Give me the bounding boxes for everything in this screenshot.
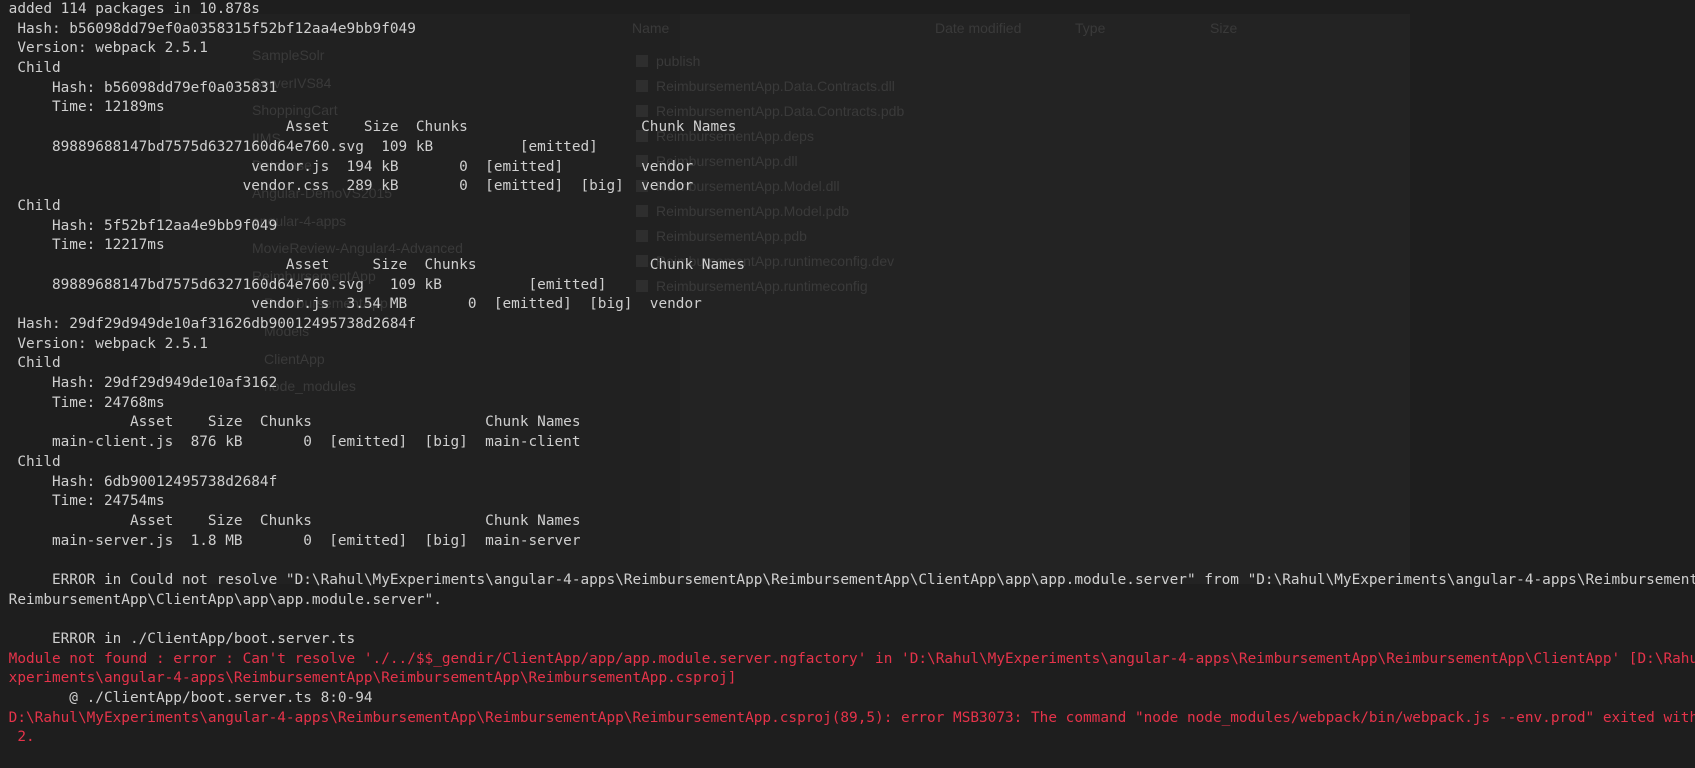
console-line: main-server.js 1.8 MB 0 [emitted] [big] …	[0, 532, 581, 549]
console-line: main-client.js 876 kB 0 [emitted] [big] …	[0, 434, 581, 451]
console-line: vendor.css 289 kB 0 [emitted] [big] vend…	[0, 178, 694, 195]
console-line: Child	[0, 355, 61, 372]
console-error-line: D:\Rahul\MyExperiments\angular-4-apps\Re…	[0, 709, 1695, 726]
console-line: 89889688147bd7575d6327160d64e760.svg 109…	[0, 138, 598, 155]
console-line: ReimbursementApp\ClientApp\app\app.modul…	[0, 591, 442, 608]
console-line: Child	[0, 197, 61, 214]
console-line: Asset Size Chunks Chunk Names	[0, 119, 737, 136]
console-line: ERROR in ./ClientApp/boot.server.ts	[0, 631, 356, 647]
console-line: vendor.js 3.54 MB 0 [emitted] [big] vend…	[0, 296, 702, 313]
console-line: @ ./ClientApp/boot.server.ts 8:0-94	[0, 690, 373, 707]
console-output: added 114 packages in 10.878s Hash: b560…	[0, 0, 1695, 768]
console-line: Time: 12217ms	[0, 237, 165, 254]
console-line: 89889688147bd7575d6327160d64e760.svg 109…	[0, 276, 607, 293]
console-line: Hash: 29df29d949de10af31626db90012495738…	[0, 316, 416, 332]
console-line: Asset Size Chunks Chunk Names	[0, 512, 581, 529]
console-line: Version: webpack 2.5.1	[0, 40, 208, 57]
console-line: Hash: 29df29d949de10af3162	[0, 375, 278, 392]
console-line: vendor.js 194 kB 0 [emitted] vendor	[0, 158, 694, 175]
console-line: Time: 24768ms	[0, 394, 165, 411]
console-line: Time: 12189ms	[0, 99, 165, 116]
console-line: ERROR in Could not resolve "D:\Rahul\MyE…	[0, 571, 1695, 588]
console-line: Hash: 5f52bf12aa4e9bb9f049	[0, 217, 278, 234]
console-line: Hash: b56098dd79ef0a035831	[0, 79, 278, 96]
console-line: Asset Size Chunks Chunk Names	[0, 256, 746, 273]
console-line: Child	[0, 453, 61, 470]
console-line: added 114 packages in 10.878s	[0, 1, 260, 17]
console-line: Version: webpack 2.5.1	[0, 335, 208, 352]
console-line: Asset Size Chunks Chunk Names	[0, 414, 581, 431]
console-error-line: xperiments\angular-4-apps\ReimbursementA…	[0, 670, 737, 687]
console-line: Hash: 6db90012495738d2684f	[0, 473, 278, 490]
console-line: Child	[0, 60, 61, 77]
console-line: Hash: b56098dd79ef0a0358315f52bf12aa4e9b…	[0, 20, 416, 37]
console-error-line: Module not found : error : Can't resolve…	[0, 650, 1695, 667]
console-line: Time: 24754ms	[0, 493, 165, 510]
console-error-line: 2.	[0, 729, 35, 746]
